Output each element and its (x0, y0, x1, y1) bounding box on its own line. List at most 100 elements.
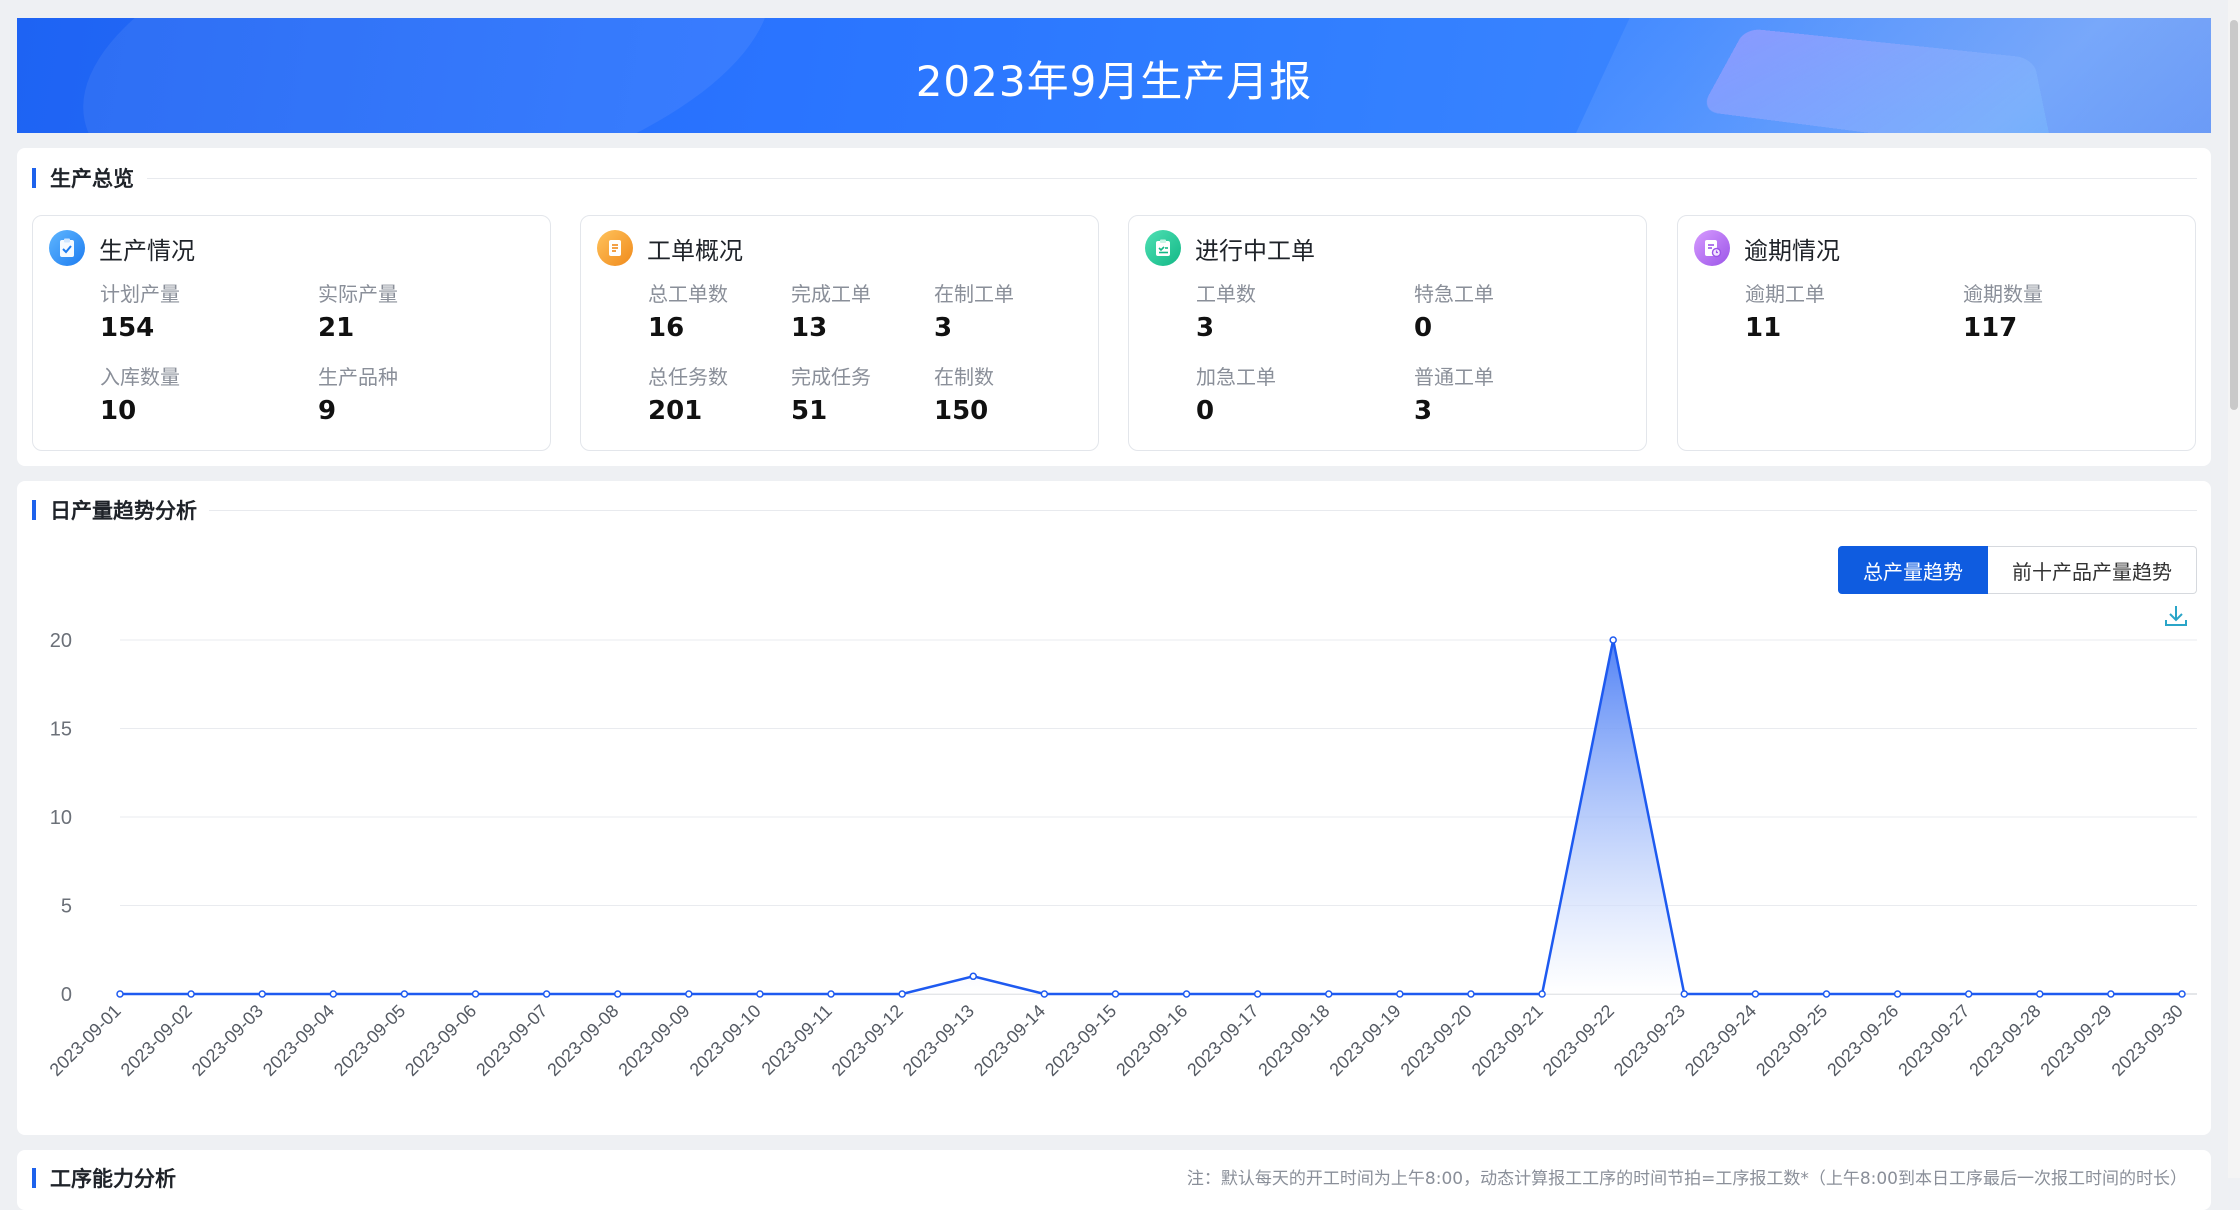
x-tick-label: 2023-09-25 (1752, 1001, 1831, 1080)
x-tick-label: 2023-09-13 (899, 1001, 978, 1080)
data-point (2178, 990, 2186, 998)
data-point (1751, 990, 1760, 998)
x-tick-label: 2023-09-06 (401, 1001, 480, 1080)
card-title: 工单概况 (647, 236, 743, 265)
x-tick-label: 2023-09-18 (1254, 1001, 1333, 1080)
report-title: 2023年9月生产月报 (915, 57, 1313, 106)
metric-overdue-quantity: 逾期数量 117 (1963, 282, 2043, 343)
overdue-document-icon (1694, 230, 1730, 266)
x-tick-label: 2023-09-19 (1325, 1001, 1404, 1080)
x-tick-label: 2023-09-24 (1681, 1001, 1760, 1080)
metric-completed-tasks: 完成任务 51 (791, 365, 871, 426)
metric-product-types: 生产品种 9 (318, 365, 398, 426)
metric-wip-orders: 在制工单 3 (934, 282, 1014, 343)
overview-panel: 生产总览 生产情况 计划产量 154 实际产量 21 入库数量 10 生产品种 9 工单 (17, 148, 2211, 466)
capacity-panel: 工序能力分析 注：默认每天的开工时间为上午8:00，动态计算报工工序的时间节拍=… (17, 1150, 2211, 1210)
data-point (471, 990, 480, 998)
card-in-progress: 进行中工单 工单数 3 特急工单 0 加急工单 0 普通工单 3 (1128, 215, 1647, 451)
x-tick-label: 2023-09-27 (1894, 1001, 1973, 1080)
data-point (1822, 990, 1831, 998)
scrollbar-thumb[interactable] (2230, 20, 2238, 410)
document-list-icon (597, 230, 633, 266)
data-point (1040, 990, 1049, 998)
data-point (756, 990, 764, 998)
metric-normal-orders: 普通工单 3 (1414, 365, 1494, 426)
metric-critical-orders: 特急工单 0 (1414, 282, 1494, 343)
data-point (685, 990, 693, 998)
data-point (400, 990, 409, 998)
x-tick-label: 2023-09-30 (2108, 1001, 2187, 1080)
y-tick-label: 0 (61, 984, 72, 1006)
x-tick-label: 2023-09-23 (1610, 1001, 1689, 1080)
data-point (542, 990, 551, 998)
trend-panel: 日产量趋势分析 总产量趋势 前十产品产量趋势 0 5 10 15 20 2023-09-0… (17, 481, 2211, 1135)
x-tick-label: 2023-09-20 (1397, 1001, 1476, 1080)
card-title: 逾期情况 (1744, 236, 1840, 265)
data-point (827, 990, 835, 998)
x-tick-label: 2023-09-17 (1183, 1001, 1262, 1080)
metric-stock-in: 入库数量 10 (100, 365, 180, 426)
x-tick-label: 2023-09-02 (117, 1001, 196, 1080)
x-tick-label: 2023-09-15 (1041, 1001, 1120, 1080)
card-work-orders: 工单概况 总工单数 16 完成工单 13 在制工单 3 总任务数 201 完成任务 51 … (580, 215, 1099, 451)
data-point (1538, 990, 1546, 998)
x-tick-label: 2023-09-11 (758, 1001, 836, 1079)
x-tick-label: 2023-09-26 (1823, 1001, 1902, 1080)
data-point (1325, 990, 1333, 998)
x-tick-label: 2023-09-28 (1965, 1001, 2044, 1080)
data-point (969, 972, 977, 981)
data-point (1893, 990, 1902, 998)
x-tick-label: 2023-09-08 (543, 1001, 622, 1080)
x-tick-label: 2023-09-03 (188, 1001, 267, 1080)
data-point (258, 990, 266, 998)
metric-total-orders: 总工单数 16 (648, 282, 728, 343)
metric-order-count: 工单数 3 (1196, 282, 1256, 343)
metric-urgent-orders: 加急工单 0 (1196, 365, 1276, 426)
section-title: 工序能力分析 (50, 1167, 176, 1191)
x-tick-label: 2023-09-21 (1468, 1001, 1547, 1080)
capacity-note: 注：默认每天的开工时间为上午8:00，动态计算报工工序的时间节拍=工序报工数*（… (1186, 1169, 2187, 1189)
data-point (2107, 990, 2115, 998)
card-title: 进行中工单 (1195, 236, 1315, 265)
data-point (187, 990, 195, 998)
data-point (2036, 990, 2044, 998)
metric-overdue-orders: 逾期工单 11 (1745, 282, 1825, 343)
x-tick-label: 2023-09-05 (330, 1001, 409, 1080)
data-point (1253, 990, 1262, 998)
page-scrollbar[interactable] (2228, 0, 2240, 1178)
card-production: 生产情况 计划产量 154 实际产量 21 入库数量 10 生产品种 9 (32, 215, 551, 451)
section-marker (32, 1168, 36, 1188)
x-tick-label: 2023-09-09 (614, 1001, 693, 1080)
metric-completed-orders: 完成工单 13 (791, 282, 871, 343)
data-point (1182, 990, 1191, 998)
x-tick-label: 2023-09-16 (1112, 1001, 1191, 1080)
metric-wip-count: 在制数 150 (934, 365, 994, 426)
section-header: 生产总览 (32, 164, 134, 192)
metric-actual-output: 实际产量 21 (318, 282, 398, 343)
report-banner: 2023年9月生产月报 (17, 18, 2211, 133)
x-tick-label: 2023-09-07 (472, 1001, 551, 1080)
metric-total-tasks: 总任务数 201 (648, 365, 728, 426)
data-point (1467, 990, 1475, 998)
card-overdue: 逾期情况 逾期工单 11 逾期数量 117 (1677, 215, 2196, 451)
x-tick-label: 2023-09-22 (1539, 1001, 1618, 1080)
x-tick-label: 2023-09-01 (46, 1001, 125, 1080)
y-tick-label: 10 (50, 807, 72, 829)
task-board-icon (1145, 230, 1181, 266)
x-tick-label: 2023-09-14 (970, 1001, 1049, 1080)
data-point (1111, 990, 1120, 998)
section-marker (32, 168, 36, 188)
data-point (1964, 990, 1973, 998)
x-tick-label: 2023-09-12 (828, 1001, 907, 1080)
data-point (898, 990, 906, 998)
x-tick-label: 2023-09-10 (686, 1001, 765, 1080)
y-tick-label: 20 (50, 630, 72, 652)
metric-planned-output: 计划产量 154 (100, 282, 180, 343)
data-point (116, 990, 124, 998)
y-tick-label: 15 (50, 719, 72, 741)
y-tick-label: 5 (61, 896, 72, 918)
section-header: 工序能力分析 (32, 1164, 176, 1192)
clipboard-check-icon (49, 230, 85, 266)
section-divider (147, 178, 2197, 179)
section-title: 生产总览 (50, 167, 134, 191)
